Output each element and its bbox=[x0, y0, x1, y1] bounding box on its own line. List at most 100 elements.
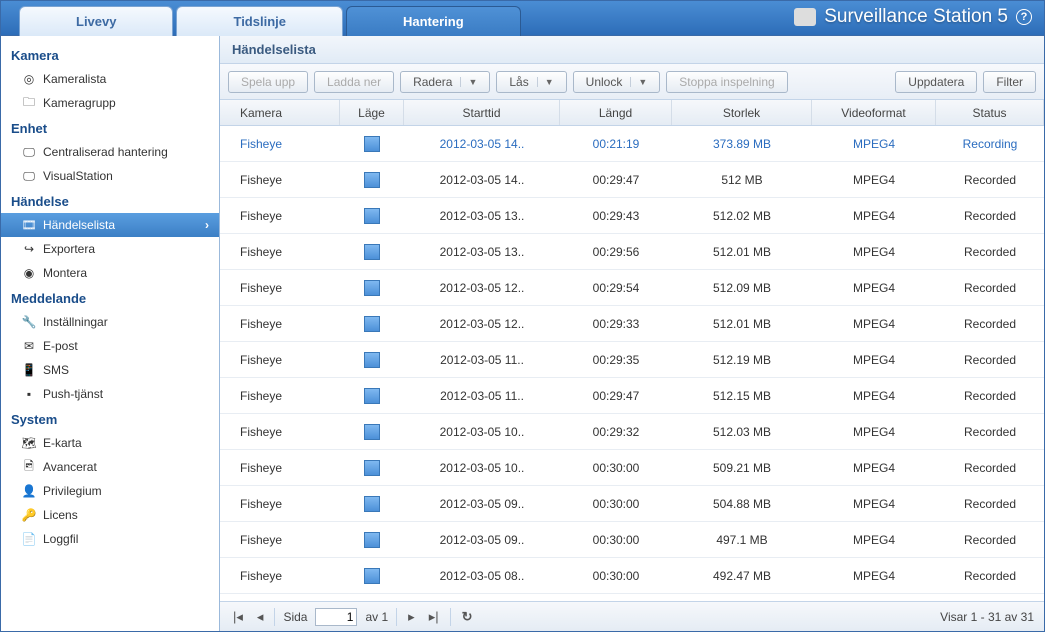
first-page-button[interactable]: |◂ bbox=[230, 609, 246, 625]
sidebar-item[interactable]: 🎞Händelselista bbox=[1, 213, 219, 237]
cell-mode bbox=[340, 316, 404, 332]
cell-format: MPEG4 bbox=[812, 389, 936, 403]
col-format[interactable]: Videoformat bbox=[812, 100, 936, 125]
help-icon[interactable]: ? bbox=[1016, 9, 1032, 25]
cell-start: 2012-03-05 10.. bbox=[404, 461, 560, 475]
sidebar-item[interactable]: ▪ Push-tjänst bbox=[1, 382, 219, 406]
sidebar-item[interactable]: 🔧Inställningar bbox=[1, 310, 219, 334]
col-size[interactable]: Storlek bbox=[672, 100, 812, 125]
sidebar-item-icon: 🔧 bbox=[21, 314, 37, 330]
sidebar-item-icon: 📄 bbox=[21, 531, 37, 547]
page-of-label: av 1 bbox=[365, 610, 388, 624]
next-page-button[interactable]: ▸ bbox=[405, 609, 418, 625]
table-row[interactable]: Fisheye2012-03-05 09..00:30:00497.1 MBMP… bbox=[220, 522, 1044, 558]
sidebar-item[interactable]: 🖵VisualStation bbox=[1, 164, 219, 188]
cell-camera: Fisheye bbox=[220, 497, 340, 511]
sidebar-item-label: Kameragrupp bbox=[43, 96, 116, 110]
pager: |◂ ◂ Sida av 1 ▸ ▸| ↻ Visar 1 - 31 av 31 bbox=[220, 601, 1044, 631]
cell-camera: Fisheye bbox=[220, 533, 340, 547]
table-row[interactable]: Fisheye2012-03-05 12..00:29:33512.01 MBM… bbox=[220, 306, 1044, 342]
mode-icon bbox=[364, 316, 380, 332]
sidebar-item[interactable]: 🖻Avancerat bbox=[1, 455, 219, 479]
sidebar-item[interactable]: ✉E-post bbox=[1, 334, 219, 358]
cell-camera: Fisheye bbox=[220, 389, 340, 403]
col-mode[interactable]: Läge bbox=[340, 100, 404, 125]
grid-body[interactable]: Fisheye2012-03-05 14..00:21:19373.89 MBM… bbox=[220, 126, 1044, 601]
last-page-button[interactable]: ▸| bbox=[426, 609, 442, 625]
sidebar-group-title: Kamera bbox=[1, 42, 219, 67]
cell-format: MPEG4 bbox=[812, 209, 936, 223]
lock-button[interactable]: Lås▼ bbox=[496, 71, 566, 93]
page-input[interactable] bbox=[315, 608, 357, 626]
toolbar: Spela upp Ladda ner Radera▼ Lås▼ Unlock▼… bbox=[220, 64, 1044, 100]
table-row[interactable]: Fisheye2012-03-05 13..00:29:43512.02 MBM… bbox=[220, 198, 1044, 234]
col-start[interactable]: Starttid bbox=[404, 100, 560, 125]
sidebar-item[interactable]: 🗀Kameragrupp bbox=[1, 91, 219, 115]
cell-length: 00:29:47 bbox=[560, 173, 672, 187]
sidebar-item[interactable]: 🖵Centraliserad hantering bbox=[1, 140, 219, 164]
mode-icon bbox=[364, 532, 380, 548]
download-button[interactable]: Ladda ner bbox=[314, 71, 394, 93]
sidebar-item[interactable]: 📄Loggfil bbox=[1, 527, 219, 551]
table-row[interactable]: Fisheye2012-03-05 11..00:29:47512.15 MBM… bbox=[220, 378, 1044, 414]
delete-button[interactable]: Radera▼ bbox=[400, 71, 490, 93]
cell-camera: Fisheye bbox=[220, 245, 340, 259]
col-camera[interactable]: Kamera bbox=[220, 100, 340, 125]
app-title: Surveillance Station 5 bbox=[824, 6, 1008, 28]
sidebar-item[interactable]: 🗺E-karta bbox=[1, 431, 219, 455]
cell-length: 00:29:56 bbox=[560, 245, 672, 259]
sidebar-item-label: Kameralista bbox=[43, 72, 106, 86]
sidebar-item[interactable]: 📱SMS bbox=[1, 358, 219, 382]
cell-size: 512.01 MB bbox=[672, 245, 812, 259]
mode-icon bbox=[364, 568, 380, 584]
table-row[interactable]: Fisheye2012-03-05 13..00:29:56512.01 MBM… bbox=[220, 234, 1044, 270]
reload-icon[interactable]: ↻ bbox=[459, 609, 476, 625]
col-length[interactable]: Längd bbox=[560, 100, 672, 125]
play-button[interactable]: Spela upp bbox=[228, 71, 308, 93]
cell-status: Recorded bbox=[936, 569, 1044, 583]
table-row[interactable]: Fisheye2012-03-05 12..00:29:54512.09 MBM… bbox=[220, 270, 1044, 306]
cell-size: 509.21 MB bbox=[672, 461, 812, 475]
cell-mode bbox=[340, 244, 404, 260]
sidebar-item[interactable]: 👤Privilegium bbox=[1, 479, 219, 503]
table-row[interactable]: Fisheye2012-03-05 10..00:30:00509.21 MBM… bbox=[220, 450, 1044, 486]
mode-icon bbox=[364, 244, 380, 260]
cell-length: 00:21:19 bbox=[560, 137, 672, 151]
table-row[interactable]: Fisheye2012-03-05 11..00:29:35512.19 MBM… bbox=[220, 342, 1044, 378]
cell-format: MPEG4 bbox=[812, 533, 936, 547]
tab-management[interactable]: Hantering bbox=[346, 6, 521, 36]
table-row[interactable]: Fisheye2012-03-05 08..00:30:00492.47 MBM… bbox=[220, 558, 1044, 594]
sidebar-item-icon: ▪ bbox=[21, 386, 37, 402]
sidebar-item-label: VisualStation bbox=[43, 169, 113, 183]
refresh-button[interactable]: Uppdatera bbox=[895, 71, 977, 93]
sidebar-item-label: Push-tjänst bbox=[43, 387, 103, 401]
cell-camera: Fisheye bbox=[220, 353, 340, 367]
sidebar-item[interactable]: ◉Montera bbox=[1, 261, 219, 285]
sidebar-item-icon: 🗺 bbox=[21, 435, 37, 451]
tab-timeline[interactable]: Tidslinje bbox=[176, 6, 343, 36]
stop-recording-button[interactable]: Stoppa inspelning bbox=[666, 71, 787, 93]
cell-start: 2012-03-05 08.. bbox=[404, 569, 560, 583]
tab-liveview[interactable]: Livevy bbox=[19, 6, 173, 36]
table-row[interactable]: Fisheye2012-03-05 14..00:21:19373.89 MBM… bbox=[220, 126, 1044, 162]
sidebar-item-icon: 👤 bbox=[21, 483, 37, 499]
filter-button[interactable]: Filter bbox=[983, 71, 1036, 93]
cell-camera: Fisheye bbox=[220, 569, 340, 583]
table-row[interactable]: Fisheye2012-03-05 14..00:29:47512 MBMPEG… bbox=[220, 162, 1044, 198]
chevron-down-icon: ▼ bbox=[460, 77, 477, 87]
sidebar-item[interactable]: 🔑Licens bbox=[1, 503, 219, 527]
table-row[interactable]: Fisheye2012-03-05 10..00:29:32512.03 MBM… bbox=[220, 414, 1044, 450]
cell-size: 504.88 MB bbox=[672, 497, 812, 511]
prev-page-button[interactable]: ◂ bbox=[254, 609, 267, 625]
cell-mode bbox=[340, 496, 404, 512]
cell-start: 2012-03-05 10.. bbox=[404, 425, 560, 439]
table-row[interactable]: Fisheye2012-03-05 09..00:30:00504.88 MBM… bbox=[220, 486, 1044, 522]
cell-mode bbox=[340, 172, 404, 188]
cell-format: MPEG4 bbox=[812, 353, 936, 367]
sidebar-item[interactable]: ◎Kameralista bbox=[1, 67, 219, 91]
col-status[interactable]: Status bbox=[936, 100, 1044, 125]
sidebar-item[interactable]: ↪Exportera bbox=[1, 237, 219, 261]
unlock-button[interactable]: Unlock▼ bbox=[573, 71, 661, 93]
cell-size: 512.19 MB bbox=[672, 353, 812, 367]
sidebar-group-title: Händelse bbox=[1, 188, 219, 213]
